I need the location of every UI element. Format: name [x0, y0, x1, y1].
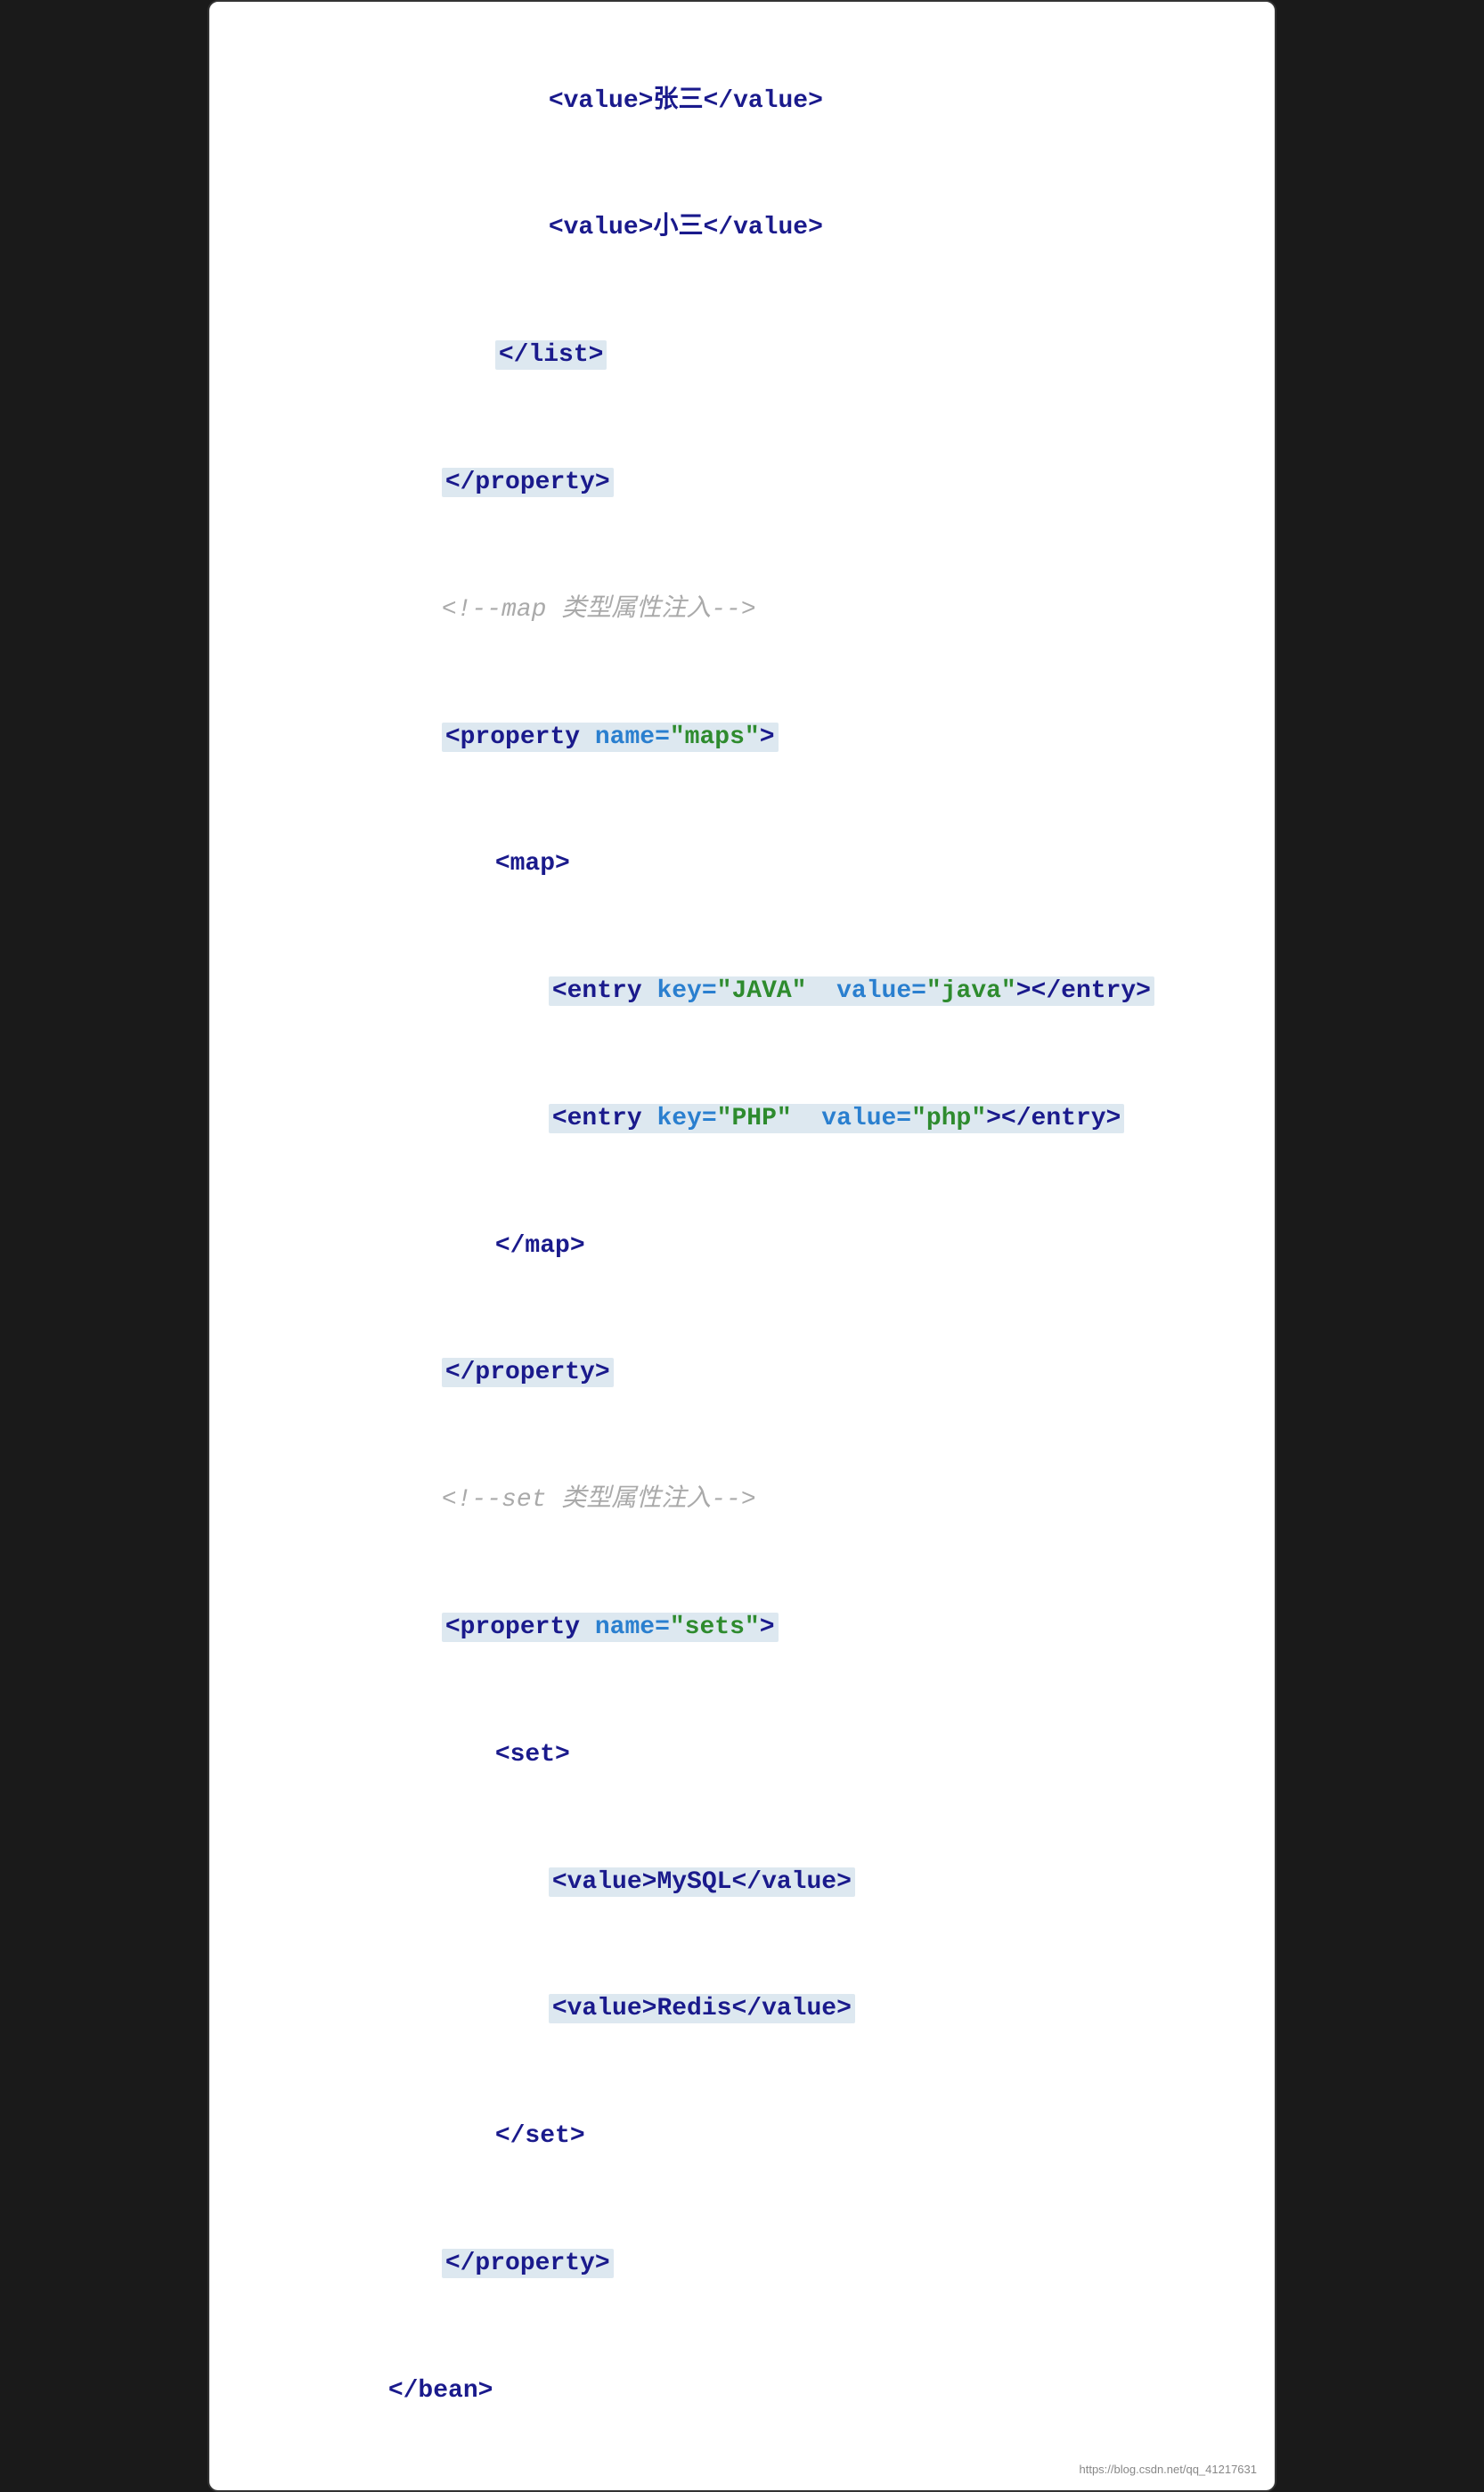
watermark: https://blog.csdn.net/qq_41217631 [1080, 2463, 1258, 2476]
highlight-close-property-3: </property> [442, 2249, 614, 2278]
code-line-close-set: </set> [405, 2073, 1230, 2201]
tag-property-close-1: </property> [445, 469, 610, 496]
tag-property-bracket-sets: > [760, 1614, 775, 1641]
attr-value-val-java: "java" [926, 977, 1016, 1005]
tag-value-open-2: <value> [549, 214, 654, 241]
code-line-close-map: </map> [405, 1182, 1230, 1310]
code-line-comment-set: <!--set 类型属性注入--> [352, 1437, 1230, 1565]
code-line-value-xiaoshan: <value>小三</value> [459, 165, 1230, 292]
attr-name-sets: name= [595, 1614, 670, 1641]
tag-entry-open-java: <entry [552, 977, 657, 1005]
tag-property-open-maps: <property [445, 723, 595, 751]
text-mysql: MySQL [656, 1868, 731, 1896]
attr-value-val-php: "php" [911, 1105, 986, 1132]
text-xiaoshan: 小三 [653, 214, 703, 241]
tag-property-open-sets: <property [445, 1614, 595, 1641]
attr-value-php: value= [792, 1105, 911, 1132]
tag-value-open: <value> [549, 87, 654, 115]
tag-value-open-redis: <value> [552, 1995, 657, 2022]
code-line-open-set: <set> [405, 1691, 1230, 1818]
attr-key-java: key= [656, 977, 716, 1005]
tag-map-open: <map> [495, 850, 570, 878]
code-line-open-map: <map> [405, 801, 1230, 928]
highlight-close-property-1: </property> [442, 468, 614, 497]
tag-value-close-mysql: </value> [731, 1868, 851, 1896]
attr-value-maps: "maps" [670, 723, 760, 751]
code-block: <value>张三</value> <value>小三</value> </li… [245, 37, 1230, 2455]
code-line-close-property-3: </property> [352, 2200, 1230, 2327]
tag-entry-open-php: <entry [552, 1105, 657, 1132]
attr-key-php: key= [656, 1105, 716, 1132]
tag-entry-close-php: ></entry> [986, 1105, 1121, 1132]
highlight-entry-java: <entry key="JAVA" value="java"></entry> [549, 976, 1154, 1006]
code-line-entry-php: <entry key="PHP" value="php"></entry> [459, 1055, 1230, 1182]
attr-value-key-java: "JAVA" [717, 977, 807, 1005]
tag-property-bracket-maps: > [760, 723, 775, 751]
tag-set-open: <set> [495, 1741, 570, 1769]
code-line-entry-java: <entry key="JAVA" value="java"></entry> [459, 927, 1230, 1055]
highlight-property-maps: <property name="maps"> [442, 723, 779, 752]
attr-name-maps: name= [595, 723, 670, 751]
code-line-property-maps: <property name="maps"> [352, 674, 1230, 801]
code-line-close-list: </list> [405, 292, 1230, 420]
tag-set-close: </set> [495, 2122, 585, 2150]
code-line-property-sets: <property name="sets"> [352, 1564, 1230, 1691]
highlight-close-list: </list> [495, 340, 607, 370]
tag-value-close-2: </value> [703, 214, 822, 241]
code-line-close-bean: </bean> [298, 2327, 1230, 2455]
tag-property-close-2: </property> [445, 1359, 610, 1386]
code-line-comment-map: <!--map 类型属性注入--> [352, 546, 1230, 674]
highlight-close-property-2: </property> [442, 1358, 614, 1387]
comment-map: <!--map 类型属性注入--> [442, 596, 756, 624]
text-zhangsan: 张三 [653, 87, 703, 115]
code-line-value-zhangsan: <value>张三</value> [459, 37, 1230, 165]
code-line-close-property-1: </property> [352, 419, 1230, 546]
highlight-value-mysql: <value>MySQL</value> [549, 1867, 855, 1897]
tag-value-close-redis: </value> [731, 1995, 851, 2022]
tag-value-close: </value> [703, 87, 822, 115]
tag-bean-close: </bean> [388, 2377, 493, 2405]
attr-value-sets: "sets" [670, 1614, 760, 1641]
attr-value-key-php: "PHP" [717, 1105, 792, 1132]
highlight-value-redis: <value>Redis</value> [549, 1994, 855, 2023]
tag-property-close-3: </property> [445, 2250, 610, 2277]
tag-entry-close-java: ></entry> [1016, 977, 1151, 1005]
code-line-value-mysql: <value>MySQL</value> [459, 1818, 1230, 1946]
tag-list-close: </list> [499, 341, 604, 369]
code-line-value-redis: <value>Redis</value> [459, 1946, 1230, 2073]
highlight-entry-php: <entry key="PHP" value="php"></entry> [549, 1104, 1125, 1133]
code-container: <value>张三</value> <value>小三</value> </li… [208, 0, 1276, 2492]
tag-map-close: </map> [495, 1232, 585, 1260]
tag-value-open-mysql: <value> [552, 1868, 657, 1896]
code-line-close-property-2: </property> [352, 1310, 1230, 1437]
comment-set: <!--set 类型属性注入--> [442, 1486, 756, 1514]
text-redis: Redis [656, 1995, 731, 2022]
attr-value-java: value= [807, 977, 926, 1005]
highlight-property-sets: <property name="sets"> [442, 1613, 779, 1642]
